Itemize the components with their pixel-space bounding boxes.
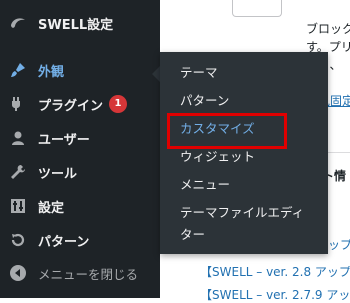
sidebar-item-plugins[interactable]: プラグイン 1 [0, 87, 160, 121]
collapse-menu-button[interactable]: メニューを閉じる [0, 256, 160, 290]
news-link[interactable]: ップ [328, 236, 350, 253]
sidebar-item-settings[interactable]: 設定 [0, 189, 160, 223]
submenu-item-menus[interactable]: メニュー [180, 174, 320, 196]
settings-icon [8, 196, 28, 216]
sidebar-item-tools[interactable]: ツール [0, 155, 160, 189]
sidebar-item-label: パターン [38, 234, 90, 250]
brush-icon [8, 60, 28, 80]
sidebar-item-patterns[interactable]: パターン [0, 223, 160, 257]
news-link[interactable]: 【SWELL – ver. 2.7.9 アップ [200, 286, 350, 303]
submenu-item-widgets[interactable]: ウィジェット [180, 146, 320, 168]
sidebar-item-label: ユーザー [38, 132, 90, 148]
user-icon [8, 128, 28, 148]
undo-icon [8, 230, 28, 250]
flyout-pointer [152, 66, 160, 82]
news-link[interactable]: 【SWELL – ver. 2.8 アップ [200, 263, 350, 280]
content-text: ブロック [306, 22, 350, 36]
wrench-icon [8, 162, 28, 182]
sidebar-item-appearance[interactable]: 外観 [0, 53, 160, 87]
sidebar-item-users[interactable]: ユーザー [0, 121, 160, 155]
submenu-item-theme-editor[interactable]: テーマファイルエディター [180, 202, 312, 246]
appearance-submenu: テーマ パターン カスタマイズ ウィジェット メニュー テーマファイルエディター [160, 52, 328, 254]
swell-icon [8, 13, 28, 33]
card-edge [232, 0, 282, 17]
plugin-icon [8, 94, 28, 114]
update-count-badge: 1 [109, 95, 128, 113]
highlight-annotation [167, 113, 287, 149]
sidebar-item-label: 設定 [38, 200, 65, 216]
sidebar-item-label: SWELL設定 [38, 17, 114, 33]
sidebar-item-label: プラグイン [38, 98, 104, 114]
admin-sidebar: SWELL設定 外観 プラグイン 1 ユーザー ツール 設定 パターン メニュー… [0, 0, 160, 298]
sidebar-item-label: ツール [38, 166, 78, 182]
sidebar-item-swell[interactable]: SWELL設定 [0, 6, 160, 40]
collapse-arrow-icon [8, 263, 28, 283]
submenu-item-themes[interactable]: テーマ [180, 62, 320, 84]
submenu-item-patterns[interactable]: パターン [180, 90, 320, 112]
collapse-menu-label: メニューを閉じる [38, 266, 139, 282]
sidebar-item-label: 外観 [38, 64, 65, 80]
